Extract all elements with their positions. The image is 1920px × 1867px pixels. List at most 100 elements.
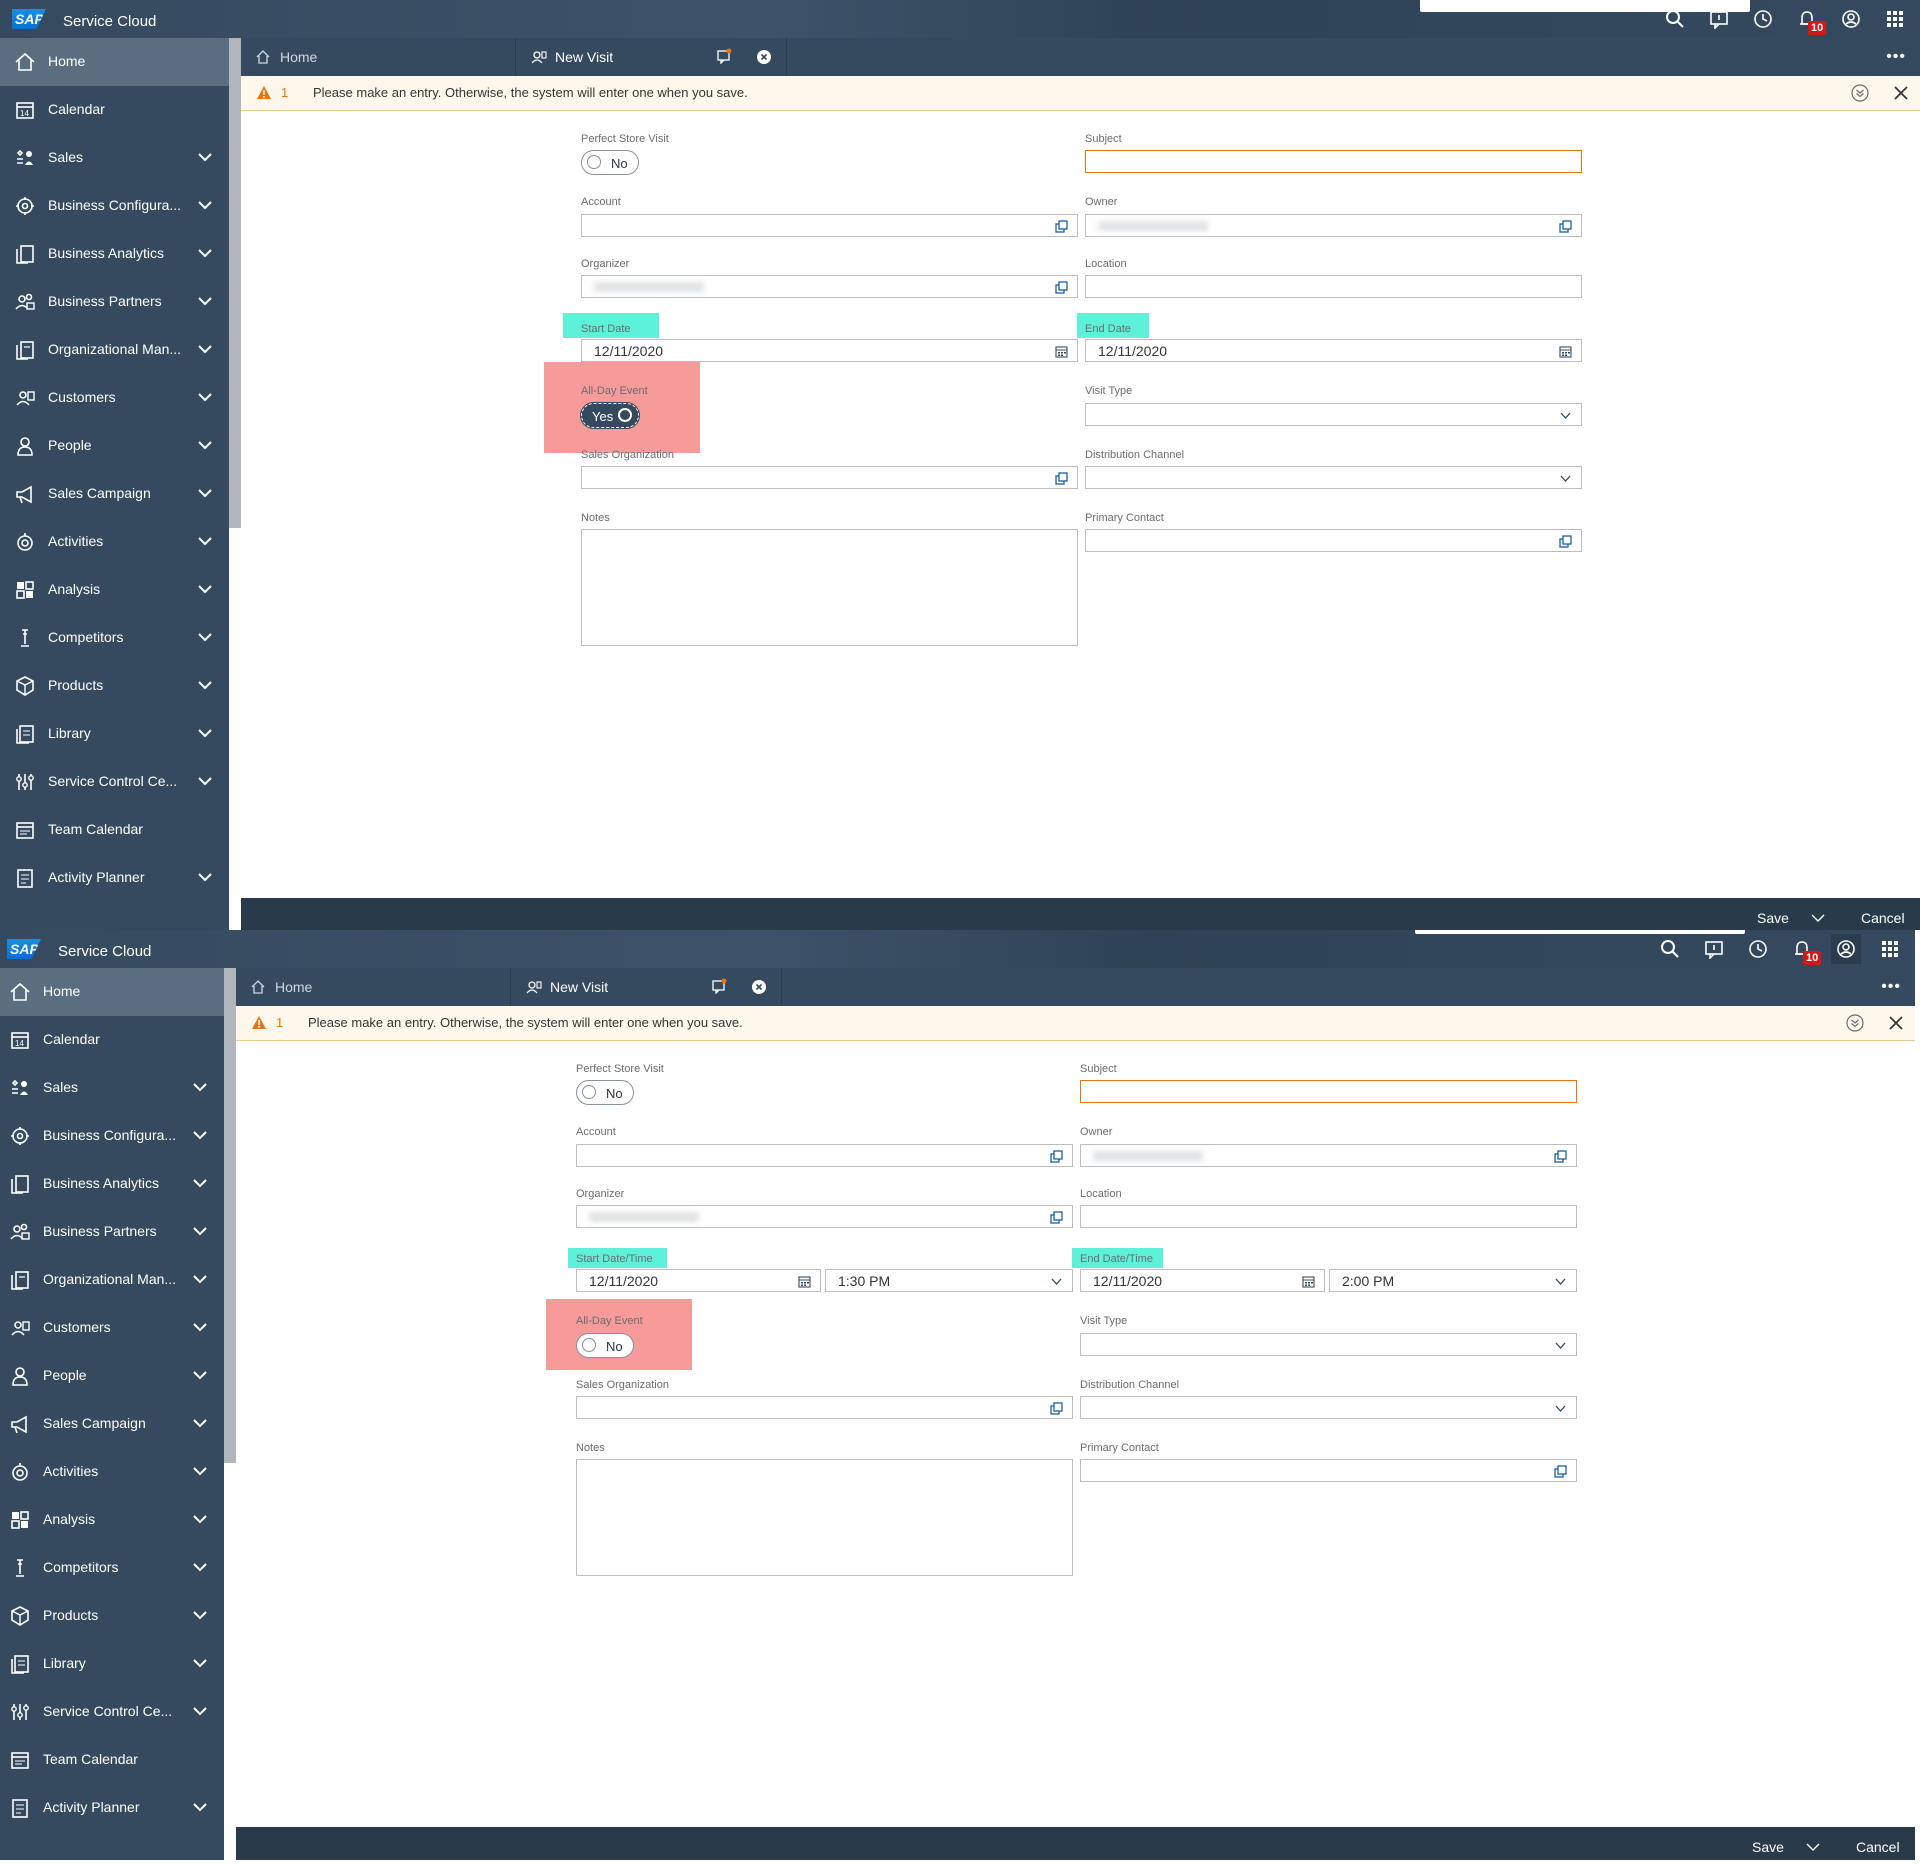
chevron-down-icon[interactable] <box>196 724 214 742</box>
chevron-down-icon[interactable] <box>196 292 214 310</box>
chevron-down-icon[interactable] <box>196 388 214 406</box>
sidebar-item-business-partners[interactable]: Business Partners <box>0 1208 224 1256</box>
message-count[interactable]: 1 <box>281 85 288 100</box>
close-message-icon[interactable] <box>1887 1014 1905 1032</box>
chevron-down-icon[interactable] <box>191 1510 209 1528</box>
chevron-down-icon[interactable] <box>1559 409 1572 422</box>
grid-menu-icon[interactable] <box>1879 939 1901 961</box>
close-message-icon[interactable] <box>1892 84 1910 102</box>
sidebar-item-sales-campaign[interactable]: Sales Campaign <box>0 1400 224 1448</box>
sidebar-item-calendar[interactable]: 14 Calendar <box>0 86 229 134</box>
feedback-icon[interactable] <box>1703 939 1725 961</box>
chevron-down-icon[interactable] <box>1559 472 1572 485</box>
search-icon[interactable] <box>1659 939 1681 961</box>
expand-messages-icon[interactable] <box>1851 84 1869 102</box>
chevron-down-icon[interactable] <box>191 1222 209 1240</box>
sidebar-item-people[interactable]: People <box>0 1352 224 1400</box>
sidebar-item-home[interactable]: Home <box>0 968 224 1016</box>
clock-icon[interactable] <box>1752 9 1774 31</box>
sales-organization-field[interactable] <box>576 1396 1073 1419</box>
sidebar-item-organizational-man[interactable]: Organizational Man... <box>0 326 229 374</box>
sidebar-item-business-configura[interactable]: Business Configura... <box>0 1112 224 1160</box>
calendar-picker-icon[interactable] <box>1559 345 1572 358</box>
primary-contact-field[interactable] <box>1085 529 1582 552</box>
chevron-down-icon[interactable] <box>196 436 214 454</box>
calendar-picker-icon[interactable] <box>1302 1275 1315 1288</box>
tab-home[interactable]: Home <box>236 968 511 1006</box>
save-button[interactable]: Save <box>1752 1839 1784 1855</box>
perfect-store-visit-switch[interactable]: No <box>581 150 639 175</box>
start-time-select[interactable]: 1:30 PM <box>825 1269 1073 1292</box>
feedback-tab-icon[interactable] <box>711 978 727 994</box>
sales-organization-field[interactable] <box>581 466 1078 489</box>
sap-logo[interactable]: SAP <box>12 9 46 29</box>
search-icon[interactable] <box>1664 9 1686 31</box>
value-help-icon[interactable] <box>1050 1211 1063 1224</box>
chevron-down-icon[interactable] <box>196 484 214 502</box>
location-field[interactable] <box>1080 1205 1577 1228</box>
user-icon[interactable] <box>1840 9 1862 31</box>
subject-field[interactable] <box>1085 150 1582 173</box>
sidebar-item-library[interactable]: Library <box>0 710 229 758</box>
close-tab-icon[interactable] <box>752 980 766 994</box>
distribution-channel-select[interactable] <box>1080 1396 1577 1419</box>
organizer-field[interactable] <box>581 275 1078 298</box>
account-field[interactable] <box>576 1144 1073 1167</box>
feedback-tab-icon[interactable] <box>716 48 732 64</box>
chevron-down-icon[interactable] <box>196 676 214 694</box>
value-help-icon[interactable] <box>1559 535 1572 548</box>
chevron-down-icon[interactable] <box>196 868 214 886</box>
chevron-down-icon[interactable] <box>191 1414 209 1432</box>
location-field[interactable] <box>1085 275 1582 298</box>
all-day-event-switch[interactable]: No <box>576 1333 634 1358</box>
chevron-down-icon[interactable] <box>196 580 214 598</box>
subject-field[interactable] <box>1080 1080 1577 1103</box>
primary-contact-field[interactable] <box>1080 1459 1577 1482</box>
value-help-icon[interactable] <box>1559 220 1572 233</box>
sidebar-item-activity-planner[interactable]: Activity Planner <box>0 1784 224 1832</box>
all-day-event-switch[interactable]: Yes <box>580 402 640 429</box>
sidebar-item-people[interactable]: People <box>0 422 229 470</box>
expand-messages-icon[interactable] <box>1846 1014 1864 1032</box>
visit-type-select[interactable] <box>1085 403 1582 426</box>
value-help-icon[interactable] <box>1055 472 1068 485</box>
bell-icon[interactable]: 10 <box>1791 939 1822 965</box>
end-time-select[interactable]: 2:00 PM <box>1329 1269 1577 1292</box>
sidebar-item-competitors[interactable]: Competitors <box>0 614 229 662</box>
chevron-down-icon[interactable] <box>1050 1275 1063 1288</box>
chevron-down-icon[interactable] <box>196 532 214 550</box>
sidebar-item-products[interactable]: Products <box>0 1592 224 1640</box>
chevron-down-icon[interactable] <box>191 1606 209 1624</box>
chevron-down-icon[interactable] <box>191 1366 209 1384</box>
sidebar-item-analysis[interactable]: Analysis <box>0 1496 224 1544</box>
close-tab-icon[interactable] <box>757 50 771 64</box>
sidebar-item-business-analytics[interactable]: Business Analytics <box>0 1160 224 1208</box>
value-help-icon[interactable] <box>1554 1150 1567 1163</box>
sidebar-item-customers[interactable]: Customers <box>0 374 229 422</box>
sidebar-item-service-control-ce[interactable]: Service Control Ce... <box>0 758 229 806</box>
chevron-down-icon[interactable] <box>196 196 214 214</box>
user-icon[interactable] <box>1831 934 1861 964</box>
sidebar-scrollbar[interactable] <box>229 38 241 528</box>
clock-icon[interactable] <box>1747 939 1769 961</box>
sidebar-item-service-control-ce[interactable]: Service Control Ce... <box>0 1688 224 1736</box>
sidebar-item-activity-planner[interactable]: Activity Planner <box>0 854 229 902</box>
message-count[interactable]: 1 <box>276 1015 283 1030</box>
calendar-picker-icon[interactable] <box>1055 345 1068 358</box>
chevron-down-icon[interactable] <box>191 1462 209 1480</box>
save-options-chevron-icon[interactable] <box>1811 912 1825 924</box>
chevron-down-icon[interactable] <box>191 1702 209 1720</box>
save-button[interactable]: Save <box>1757 910 1789 926</box>
sidebar-item-sales-campaign[interactable]: Sales Campaign <box>0 470 229 518</box>
sidebar-item-business-analytics[interactable]: Business Analytics <box>0 230 229 278</box>
start-date-field[interactable]: 12/11/2020 <box>581 339 1078 362</box>
sidebar-item-products[interactable]: Products <box>0 662 229 710</box>
chevron-down-icon[interactable] <box>1554 1275 1567 1288</box>
value-help-icon[interactable] <box>1055 281 1068 294</box>
feedback-icon[interactable] <box>1708 9 1730 31</box>
save-options-chevron-icon[interactable] <box>1806 1841 1820 1853</box>
bell-icon[interactable]: 10 <box>1796 9 1827 35</box>
sidebar-item-sales[interactable]: Sales <box>0 1064 224 1112</box>
end-date-field[interactable]: 12/11/2020 <box>1080 1269 1325 1292</box>
chevron-down-icon[interactable] <box>1554 1339 1567 1352</box>
